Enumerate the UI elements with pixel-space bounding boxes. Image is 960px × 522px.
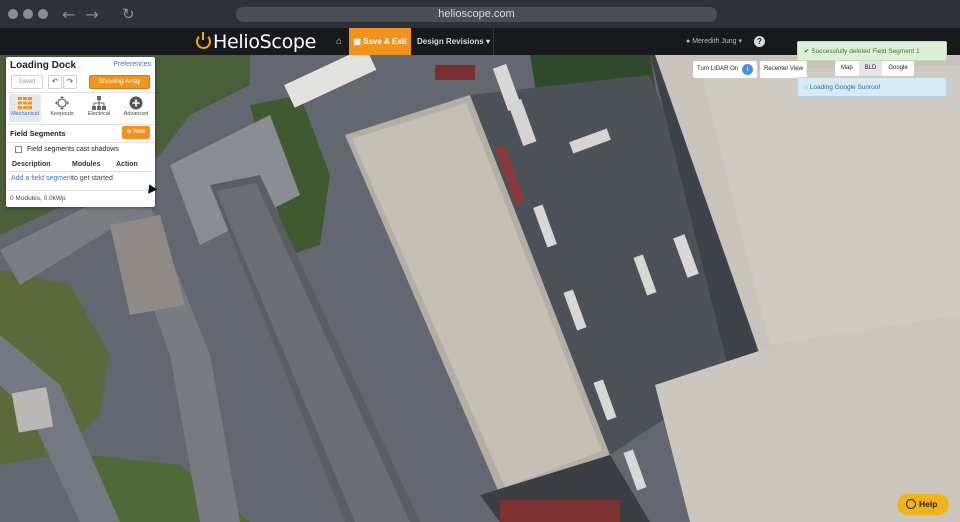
user-menu[interactable]: ● Meredith Jung ▾ <box>686 28 742 55</box>
tab-advanced[interactable]: Advanced <box>120 94 152 122</box>
home-icon: ⌂ <box>335 36 343 47</box>
divider <box>6 190 155 191</box>
caret-down-icon: ▾ <box>485 37 490 46</box>
helioscope-logo[interactable]: HelioScope <box>196 29 316 54</box>
window-dot-close[interactable] <box>8 9 18 19</box>
save-exit-label: Save & Exit <box>363 37 407 46</box>
add-field-segment-hint: to get started <box>72 175 113 182</box>
success-message: Successfully deleted Field Segment 1 <box>811 48 920 55</box>
shadows-checkbox-label: Field segments cast shadows <box>27 146 119 153</box>
plus-circle-icon: ⊕ <box>126 129 132 135</box>
tab-mechanical-label: Mechanical <box>11 111 39 117</box>
success-notification[interactable]: ✔ Successfully deleted Field Segment 1 <box>797 41 947 61</box>
redo-icon[interactable]: ↷ <box>63 75 77 89</box>
mode-tabs: Mechanical Keepouts Electrical Advanced <box>9 94 152 122</box>
shadows-checkbox[interactable] <box>15 146 22 153</box>
preferences-link[interactable]: Preferences <box>113 61 151 68</box>
design-revisions-label: Design Revisions <box>417 37 484 46</box>
field-segments-heading: Field Segments <box>10 129 66 138</box>
save-icon: ▣ <box>353 37 361 46</box>
undo-icon[interactable]: ↶ <box>48 75 62 89</box>
browser-nav: ← → <box>62 5 99 24</box>
window-dot-minimize[interactable] <box>23 9 33 19</box>
grid-icon <box>18 97 32 109</box>
user-icon: ● <box>686 38 691 45</box>
map-type-selector: Map BLD Google <box>835 61 914 76</box>
divider <box>6 124 155 125</box>
arrow-left-icon[interactable]: ← <box>62 5 75 24</box>
column-header-modules: Modules <box>72 161 101 168</box>
showing-array-button[interactable]: Showing Array <box>89 75 150 89</box>
info-message: Loading Google Sunroof <box>809 84 881 91</box>
loading-icon: ○ <box>804 84 808 91</box>
info-icon: i <box>742 64 753 75</box>
window-controls <box>8 9 48 19</box>
user-name: Meredith Jung <box>692 38 737 45</box>
arrow-right-icon[interactable]: → <box>85 5 98 24</box>
lidar-label: Turn LIDAR On <box>697 66 739 72</box>
move-icon <box>55 96 69 110</box>
lidar-toggle-button[interactable]: Turn LIDAR On i <box>693 61 757 78</box>
chat-icon <box>906 499 916 509</box>
design-title: Loading Dock <box>10 60 77 71</box>
home-button[interactable]: ⌂ <box>329 28 349 55</box>
reload-icon[interactable]: ↻ <box>122 5 135 23</box>
help-button[interactable]: Help <box>897 494 949 515</box>
map-type-google[interactable]: Google <box>882 61 913 76</box>
url-bar[interactable]: helioscope.com <box>236 7 717 22</box>
shadows-checkbox-row[interactable]: Field segments cast shadows <box>15 146 119 153</box>
new-field-segment-button[interactable]: ⊕ New <box>122 126 150 139</box>
column-header-action: Action <box>116 161 138 168</box>
design-panel: Loading Dock Preferences Saved ↶ ↷ Showi… <box>6 57 155 207</box>
tab-advanced-label: Advanced <box>123 111 149 117</box>
tab-electrical-label: Electrical <box>87 111 111 117</box>
tab-keepouts-label: Keepouts <box>50 111 74 117</box>
map-type-map[interactable]: Map <box>835 61 859 76</box>
info-notification[interactable]: ○ Loading Google Sunroof <box>797 77 947 97</box>
divider <box>6 142 155 143</box>
window-dot-maximize[interactable] <box>38 9 48 19</box>
browser-chrome: ← → ↻ helioscope.com <box>0 0 960 28</box>
check-icon: ✔ <box>804 48 810 55</box>
table-header-divider <box>10 171 151 172</box>
divider <box>6 92 155 93</box>
logo-text: HelioScope <box>213 30 317 53</box>
column-header-description: Description <box>12 161 51 168</box>
power-logo-icon <box>196 32 211 49</box>
help-label: Help <box>919 499 938 509</box>
tab-mechanical[interactable]: Mechanical <box>9 94 41 122</box>
design-revisions-dropdown[interactable]: Design Revisions ▾ <box>414 28 494 55</box>
hierarchy-icon <box>92 96 106 110</box>
recenter-view-button[interactable]: Recenter View <box>760 61 807 78</box>
question-icon[interactable]: ? <box>754 36 765 47</box>
add-field-segment-link[interactable]: Add a field segment <box>11 175 73 182</box>
tab-keepouts[interactable]: Keepouts <box>46 94 78 122</box>
tab-electrical[interactable]: Electrical <box>83 94 115 122</box>
caret-down-icon: ▾ <box>738 38 743 45</box>
saved-button[interactable]: Saved <box>11 75 43 89</box>
plus-circle-icon <box>129 96 143 110</box>
new-label: New <box>133 129 146 135</box>
save-exit-button[interactable]: ▣ Save & Exit <box>349 28 411 55</box>
map-type-bld[interactable]: BLD <box>858 61 883 76</box>
module-summary: 0 Modules, 0.0kWp <box>10 195 66 202</box>
